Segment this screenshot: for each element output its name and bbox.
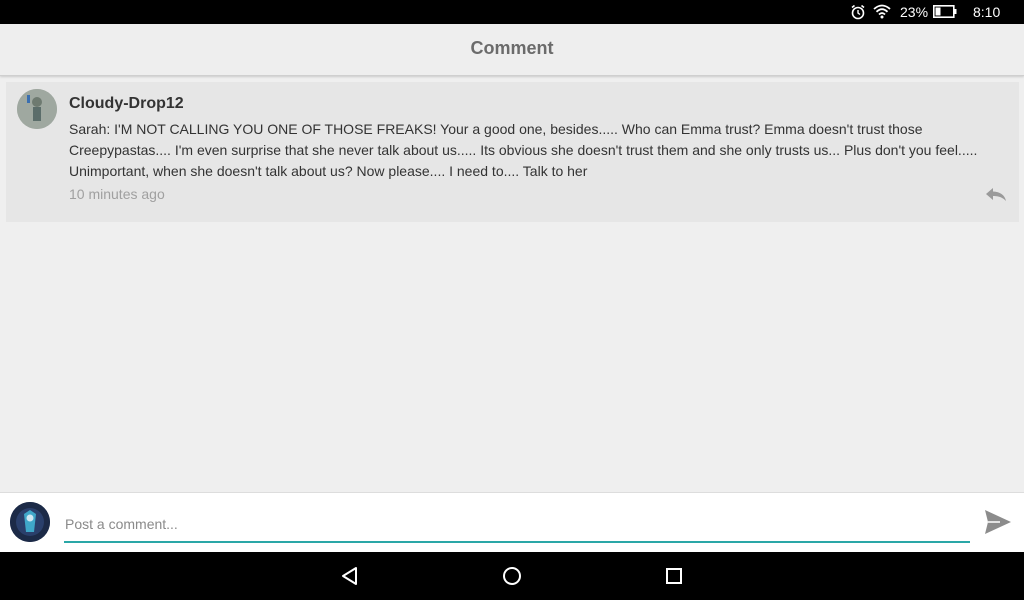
back-icon[interactable] <box>338 564 362 588</box>
comment-username[interactable]: Cloudy-Drop12 <box>69 95 184 113</box>
comment-timestamp: 10 minutes ago <box>69 186 165 202</box>
send-icon[interactable] <box>984 509 1012 535</box>
recents-icon[interactable] <box>662 564 686 588</box>
commenter-avatar[interactable] <box>17 89 57 129</box>
user-avatar[interactable] <box>10 502 50 542</box>
comment-input[interactable] <box>64 507 970 543</box>
home-icon[interactable] <box>500 564 524 588</box>
status-bar: 23% 8:10 <box>0 0 1024 24</box>
comment-composer <box>0 492 1024 552</box>
comment-item[interactable]: Cloudy-Drop12 Sarah: I'M NOT CALLING YOU… <box>6 82 1019 222</box>
clock: 8:10 <box>973 4 1001 20</box>
navigation-bar <box>0 552 1024 600</box>
app-bar: Comment <box>0 24 1024 76</box>
battery-percent: 23% <box>900 4 929 20</box>
comment-text: Sarah: I'M NOT CALLING YOU ONE OF THOSE … <box>69 121 978 179</box>
battery-icon <box>933 5 957 23</box>
alarm-icon <box>850 4 866 25</box>
page-title: Comment <box>470 38 554 58</box>
reply-icon[interactable] <box>984 186 1008 204</box>
wifi-icon <box>873 3 891 24</box>
